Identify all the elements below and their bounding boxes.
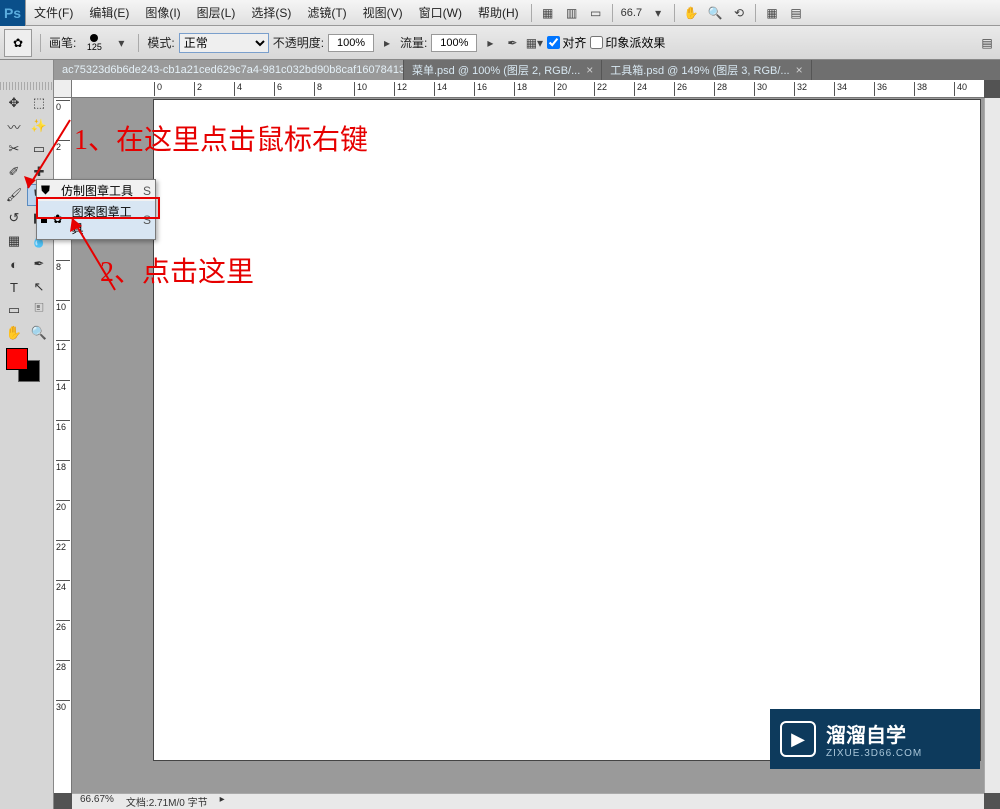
tool-preset-icon[interactable]: ✿ bbox=[4, 29, 32, 57]
toolbox-grip[interactable] bbox=[0, 82, 53, 90]
zoom-icon[interactable]: 🔍 bbox=[706, 4, 724, 22]
menu-file[interactable]: 文件(F) bbox=[26, 4, 81, 21]
menu-image[interactable]: 图像(I) bbox=[137, 4, 188, 21]
status-zoom[interactable]: 66.67% bbox=[80, 794, 114, 809]
tab-document-1[interactable]: ac75323d6b6de243-cb1a21ced629c7a4-981c03… bbox=[54, 60, 404, 80]
app-logo: Ps bbox=[0, 0, 26, 26]
annotation-text-2: 2、点击这里 bbox=[100, 250, 254, 290]
bridge-icon[interactable]: ▦ bbox=[539, 4, 557, 22]
airbrush-icon[interactable]: ✒ bbox=[503, 34, 521, 52]
opacity-label: 不透明度: bbox=[273, 34, 324, 51]
watermark-url: ZIXUE.3D66.COM bbox=[826, 748, 922, 759]
document-tabs: ac75323d6b6de243-cb1a21ced629c7a4-981c03… bbox=[0, 60, 1000, 80]
zoom-level[interactable]: 66.7 bbox=[621, 7, 642, 19]
flow-input[interactable] bbox=[431, 34, 477, 52]
menu-layer[interactable]: 图层(L) bbox=[189, 4, 244, 21]
menu-filter[interactable]: 滤镜(T) bbox=[299, 4, 354, 21]
status-chevron-icon[interactable]: ▸ bbox=[220, 794, 225, 809]
tab-document-2[interactable]: 菜单.psd @ 100% (图层 2, RGB/...× bbox=[404, 60, 602, 80]
type-tool[interactable]: T bbox=[2, 276, 26, 298]
pattern-picker-icon[interactable]: ▦▾ bbox=[525, 34, 543, 52]
menu-select[interactable]: 选择(S) bbox=[243, 4, 299, 21]
canvas-viewport[interactable] bbox=[72, 98, 984, 793]
arrange-icon[interactable]: ▦ bbox=[763, 4, 781, 22]
brush-label: 画笔: bbox=[49, 34, 76, 51]
annotation-text-1: 1、在这里点击鼠标右键 bbox=[74, 118, 368, 158]
brush-size-value: 125 bbox=[87, 42, 102, 52]
pen-tool[interactable]: ✒ bbox=[27, 253, 51, 275]
impression-checkbox[interactable]: 印象派效果 bbox=[590, 34, 665, 51]
brush-preview-icon[interactable] bbox=[90, 34, 98, 42]
hand-tool[interactable]: ✋ bbox=[2, 322, 26, 344]
status-doc-size[interactable]: 文档:2.71M/0 字节 bbox=[126, 794, 208, 809]
ruler-origin[interactable] bbox=[54, 80, 72, 98]
document-canvas[interactable] bbox=[154, 100, 980, 760]
watermark-title: 溜溜自学 bbox=[826, 719, 922, 748]
layout-icon[interactable]: ▥ bbox=[563, 4, 581, 22]
menubar: Ps 文件(F) 编辑(E) 图像(I) 图层(L) 选择(S) 滤镜(T) 视… bbox=[0, 0, 1000, 26]
dodge-tool[interactable]: ◐ bbox=[2, 253, 26, 275]
ruler-horizontal[interactable]: 0246810121416182022242628303234363840424… bbox=[72, 80, 984, 98]
gradient-tool[interactable]: ▦ bbox=[2, 230, 26, 252]
tab-document-3[interactable]: 工具箱.psd @ 149% (图层 3, RGB/...× bbox=[602, 60, 811, 80]
panel-menu-icon[interactable]: ▤ bbox=[978, 34, 996, 52]
menu-help[interactable]: 帮助(H) bbox=[470, 4, 527, 21]
align-checkbox[interactable]: 对齐 bbox=[547, 34, 586, 51]
canvas-area: 0246810121416182022242628303234363840424… bbox=[54, 80, 1000, 809]
screen-mode-icon[interactable]: ▭ bbox=[587, 4, 605, 22]
options-bar: ✿ 画笔: 125 ▾ 模式: 正常 不透明度: ▸ 流量: ▸ ✒ ▦▾ 对齐… bbox=[0, 26, 1000, 60]
flow-chevron-icon[interactable]: ▸ bbox=[481, 34, 499, 52]
mode-select[interactable]: 正常 bbox=[179, 33, 269, 53]
menu-view[interactable]: 视图(V) bbox=[355, 4, 411, 21]
menu-window[interactable]: 窗口(W) bbox=[411, 4, 470, 21]
annotation-arrow-1 bbox=[10, 110, 80, 200]
opacity-chevron-icon[interactable]: ▸ bbox=[378, 34, 396, 52]
watermark-logo-icon: ▶ bbox=[780, 721, 816, 757]
statusbar: 66.67% 文档:2.71M/0 字节 ▸ bbox=[72, 793, 984, 809]
menu-edit[interactable]: 编辑(E) bbox=[81, 4, 137, 21]
workspace-icon[interactable]: ▤ bbox=[787, 4, 805, 22]
watermark: ▶ 溜溜自学 ZIXUE.3D66.COM bbox=[770, 709, 980, 769]
foreground-color[interactable] bbox=[6, 348, 28, 370]
scrollbar-vertical[interactable] bbox=[984, 98, 1000, 793]
flow-label: 流量: bbox=[400, 34, 427, 51]
history-brush-tool[interactable]: ↺ bbox=[2, 207, 26, 229]
close-icon[interactable]: × bbox=[586, 63, 593, 77]
selected-indicator-icon bbox=[41, 217, 47, 223]
mode-label: 模式: bbox=[147, 34, 174, 51]
shape-tool[interactable]: ▭ bbox=[2, 299, 26, 321]
hand-icon[interactable]: ✋ bbox=[682, 4, 700, 22]
brush-dropdown-icon[interactable]: ▾ bbox=[112, 34, 130, 52]
notes-tool[interactable]: 🗉 bbox=[27, 299, 51, 321]
color-swatches bbox=[0, 344, 53, 384]
chevron-down-icon[interactable]: ▾ bbox=[649, 4, 667, 22]
rotate-icon[interactable]: ⟲ bbox=[730, 4, 748, 22]
opacity-input[interactable] bbox=[328, 34, 374, 52]
close-icon[interactable]: × bbox=[796, 63, 803, 77]
zoom-tool[interactable]: 🔍 bbox=[27, 322, 51, 344]
path-tool[interactable]: ↖ bbox=[27, 276, 51, 298]
